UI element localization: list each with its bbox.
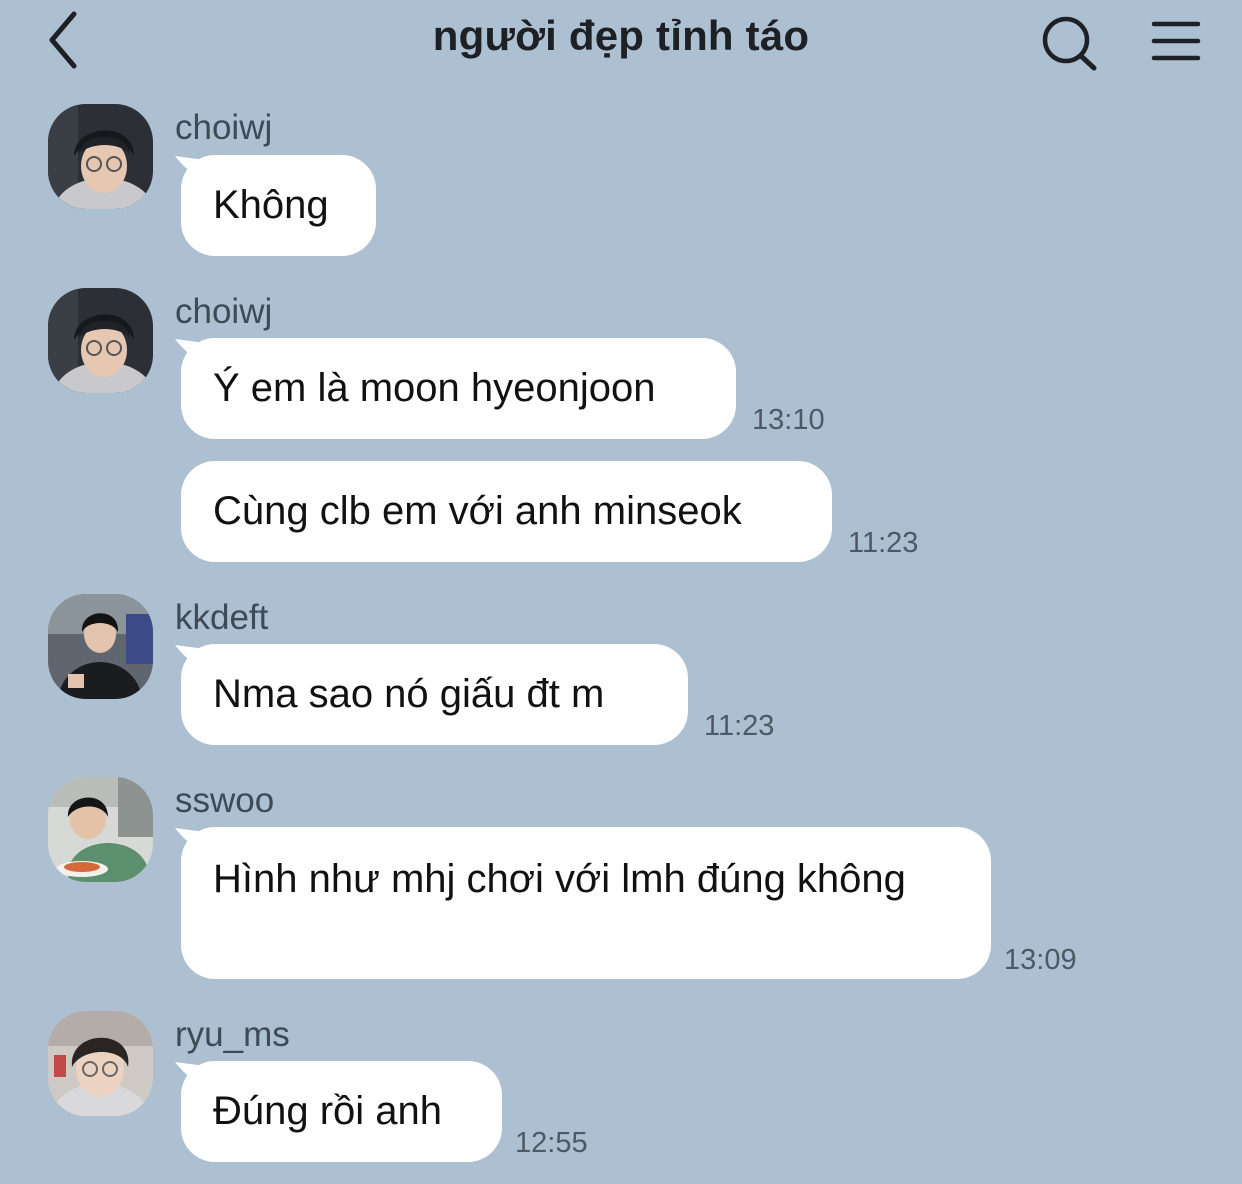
avatar-choiwj[interactable] — [48, 288, 153, 393]
message-bubble[interactable]: Đúng rồi anh — [181, 1061, 502, 1162]
avatar-ryu-ms[interactable] — [48, 1011, 153, 1116]
message-text: Không — [213, 183, 329, 227]
sender-name: sswoo — [175, 781, 275, 820]
message-text: Đúng rồi anh — [213, 1089, 443, 1133]
menu-button[interactable] — [1146, 16, 1206, 68]
search-button[interactable] — [1036, 12, 1100, 72]
avatar-sswoo[interactable] — [48, 777, 153, 882]
sender-name: kkdeft — [175, 598, 269, 637]
hamburger-menu-icon — [1151, 21, 1201, 61]
sender-name: choiwj — [175, 108, 273, 147]
message-text: Ý em là moon hyeonjoon — [213, 366, 656, 410]
message-time: 11:23 — [704, 710, 775, 742]
message-time: 13:09 — [1004, 944, 1077, 976]
sender-name: choiwj — [175, 292, 273, 331]
message-text: Cùng clb em với anh minseok — [213, 489, 742, 533]
message-time: 12:55 — [515, 1127, 588, 1159]
message-time: 13:10 — [752, 404, 825, 436]
message-text: Hình như mhj chơi với lmh đúng không — [213, 857, 906, 901]
search-icon — [1042, 16, 1097, 71]
message-bubble[interactable]: Ý em là moon hyeonjoon — [181, 338, 736, 439]
message-text: Nma sao nó giấu đt m — [213, 672, 605, 716]
avatar-kkdeft[interactable] — [48, 594, 153, 699]
chat-header: người đẹp tỉnh táo — [0, 0, 1242, 82]
sender-name: ryu_ms — [175, 1015, 290, 1054]
message-bubble[interactable]: Không — [181, 155, 376, 256]
message-bubble[interactable]: Cùng clb em với anh minseok — [181, 461, 832, 562]
message-time: 11:23 — [848, 527, 919, 559]
message-bubble[interactable]: Nma sao nó giấu đt m — [181, 644, 688, 745]
message-bubble[interactable]: Hình như mhj chơi với lmh đúng không — [181, 827, 991, 979]
avatar-choiwj[interactable] — [48, 104, 153, 209]
